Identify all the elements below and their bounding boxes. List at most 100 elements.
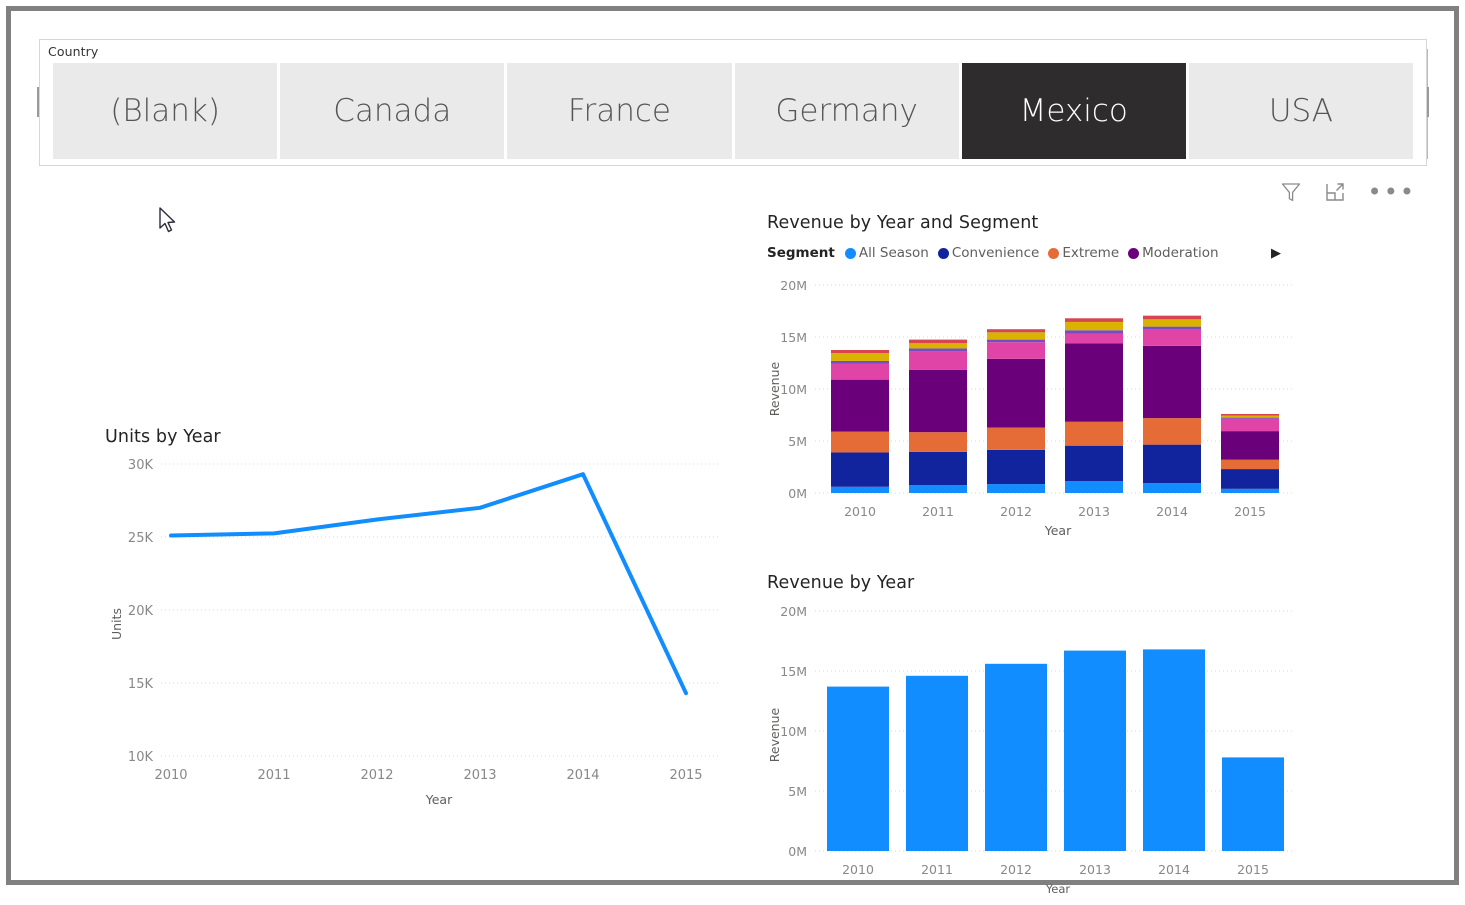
revseg-bar-group <box>831 315 1279 493</box>
slicer-item-blank[interactable]: (Blank) <box>53 63 278 159</box>
revseg-segment-2014-3[interactable] <box>1143 345 1201 419</box>
legend-item-convenience[interactable]: Convenience <box>937 245 1039 261</box>
revseg-segment-2011-0[interactable] <box>909 485 967 493</box>
more-options-icon[interactable]: ••• <box>1368 180 1416 204</box>
revseg-segment-2012-0[interactable] <box>987 484 1045 493</box>
slicer-item-germany[interactable]: Germany <box>734 63 959 159</box>
rev-bar-2011[interactable] <box>906 675 968 851</box>
units-xtick-2010: 2010 <box>154 768 187 783</box>
revseg-segment-2010-1[interactable] <box>831 452 889 487</box>
revseg-xtick-2014: 2014 <box>1156 504 1188 519</box>
units-line <box>169 472 688 696</box>
slicer-item-france[interactable]: France <box>507 63 732 159</box>
revseg-segment-2010-3[interactable] <box>831 379 889 432</box>
revseg-segment-2012-7[interactable] <box>987 329 1045 333</box>
revseg-segment-2014-1[interactable] <box>1143 444 1201 484</box>
revseg-xtick-2013: 2013 <box>1078 504 1110 519</box>
revseg-segment-2015-0[interactable] <box>1221 488 1279 493</box>
revseg-segment-2015-5[interactable] <box>1221 417 1279 419</box>
revseg-segment-2011-5[interactable] <box>909 348 967 352</box>
revseg-segment-2010-6[interactable] <box>831 353 889 361</box>
revseg-segment-2015-1[interactable] <box>1221 469 1279 489</box>
revseg-segment-2013-7[interactable] <box>1065 318 1123 322</box>
legend-next-arrow-icon[interactable]: ▶ <box>1271 246 1281 261</box>
units-by-year-chart[interactable]: Units by Year 30K 25K 20K 15K 10K Units <box>99 419 739 819</box>
legend-label-extreme: Extreme <box>1062 245 1120 261</box>
revseg-segment-2010-0[interactable] <box>831 486 889 493</box>
units-ytick-30k: 30K <box>128 458 154 473</box>
segment-legend: Segment All Season Convenience Extreme M… <box>767 245 1307 261</box>
legend-label-moderation: Moderation <box>1142 245 1219 261</box>
units-gridlines <box>161 463 719 757</box>
chart-title-revenue-by-year: Revenue by Year <box>767 573 915 593</box>
revseg-segment-2015-4[interactable] <box>1221 418 1279 432</box>
revseg-segment-2012-5[interactable] <box>987 339 1045 343</box>
legend-dot-convenience <box>937 247 949 259</box>
focus-mode-icon[interactable] <box>1324 181 1346 203</box>
rev-ytick-15m: 15M <box>780 664 807 679</box>
revseg-segment-2011-6[interactable] <box>909 343 967 349</box>
revseg-segment-2011-7[interactable] <box>909 339 967 344</box>
slicer-header-label: Country <box>48 44 99 59</box>
revseg-segment-2015-3[interactable] <box>1221 431 1279 460</box>
revseg-segment-2013-6[interactable] <box>1065 321 1123 331</box>
revseg-segment-2014-4[interactable] <box>1143 329 1201 346</box>
country-slicer[interactable]: Country (Blank) Canada France Germany Me… <box>39 39 1427 166</box>
revseg-segment-2010-2[interactable] <box>831 431 889 453</box>
revseg-segment-2015-2[interactable] <box>1221 459 1279 470</box>
revseg-y-axis-title: Revenue <box>767 361 782 416</box>
revseg-segment-2013-4[interactable] <box>1065 333 1123 344</box>
revenue-by-year-chart[interactable]: Revenue by Year 20M 15M 10M 5M 0M Revenu… <box>763 569 1308 896</box>
revseg-segment-2015-7[interactable] <box>1221 413 1279 416</box>
filter-icon[interactable] <box>1280 181 1302 203</box>
revseg-segment-2012-1[interactable] <box>987 449 1045 485</box>
rev-bar-2013[interactable] <box>1064 650 1126 851</box>
revseg-x-axis-title: Year <box>1044 523 1072 538</box>
rev-x-axis-title: Year <box>1045 882 1071 896</box>
revseg-segment-2011-3[interactable] <box>909 369 967 433</box>
revseg-segment-2015-6[interactable] <box>1221 415 1279 418</box>
slicer-item-mexico[interactable]: Mexico <box>961 63 1186 159</box>
revenue-by-year-and-segment-chart[interactable]: Revenue by Year and Segment Segment All … <box>763 209 1308 549</box>
legend-dot-all-season <box>844 247 856 259</box>
revseg-ytick-0m: 0M <box>788 486 807 501</box>
legend-label-all-season: All Season <box>858 245 929 261</box>
revseg-segment-2011-1[interactable] <box>909 451 967 486</box>
slicer-item-usa[interactable]: USA <box>1188 63 1414 159</box>
revseg-segment-2012-6[interactable] <box>987 332 1045 340</box>
revseg-segment-2010-4[interactable] <box>831 363 889 380</box>
revseg-segment-2013-0[interactable] <box>1065 481 1123 493</box>
units-by-year-plot: 30K 25K 20K 15K 10K Units 2010 2011 2012… <box>109 458 719 807</box>
revseg-segment-2013-2[interactable] <box>1065 421 1123 446</box>
units-xtick-2014: 2014 <box>566 768 599 783</box>
revseg-segment-2013-1[interactable] <box>1065 445 1123 482</box>
units-xtick-2013: 2013 <box>463 768 496 783</box>
revseg-segment-2012-2[interactable] <box>987 427 1045 450</box>
revseg-segment-2012-4[interactable] <box>987 342 1045 359</box>
revseg-segment-2011-4[interactable] <box>909 351 967 370</box>
revseg-segment-2010-7[interactable] <box>831 350 889 354</box>
revseg-segment-2010-5[interactable] <box>831 360 889 364</box>
chart-title-revenue-by-year-and-segment: Revenue by Year and Segment <box>767 213 1039 233</box>
legend-item-all-season[interactable]: All Season <box>844 245 929 261</box>
rev-xtick-2012: 2012 <box>1000 862 1032 877</box>
revseg-segment-2014-6[interactable] <box>1143 319 1201 327</box>
rev-bar-2014[interactable] <box>1143 649 1205 851</box>
revseg-segment-2014-2[interactable] <box>1143 418 1201 445</box>
revseg-xtick-2011: 2011 <box>922 504 954 519</box>
legend-dot-moderation <box>1128 247 1140 259</box>
revseg-segment-2013-3[interactable] <box>1065 343 1123 422</box>
revseg-segment-2014-0[interactable] <box>1143 483 1201 493</box>
rev-bar-2012[interactable] <box>985 663 1047 851</box>
revseg-segment-2012-3[interactable] <box>987 358 1045 428</box>
legend-item-extreme[interactable]: Extreme <box>1048 245 1119 261</box>
revseg-segment-2013-5[interactable] <box>1065 330 1123 334</box>
revseg-segment-2011-2[interactable] <box>909 432 967 452</box>
rev-bar-2010[interactable] <box>827 686 889 851</box>
rev-xtick-2013: 2013 <box>1079 862 1111 877</box>
rev-bar-2015[interactable] <box>1222 757 1284 851</box>
legend-item-moderation[interactable]: Moderation <box>1128 245 1219 261</box>
slicer-item-canada[interactable]: Canada <box>280 63 505 159</box>
revseg-segment-2014-5[interactable] <box>1143 326 1201 330</box>
revseg-segment-2014-7[interactable] <box>1143 315 1201 320</box>
